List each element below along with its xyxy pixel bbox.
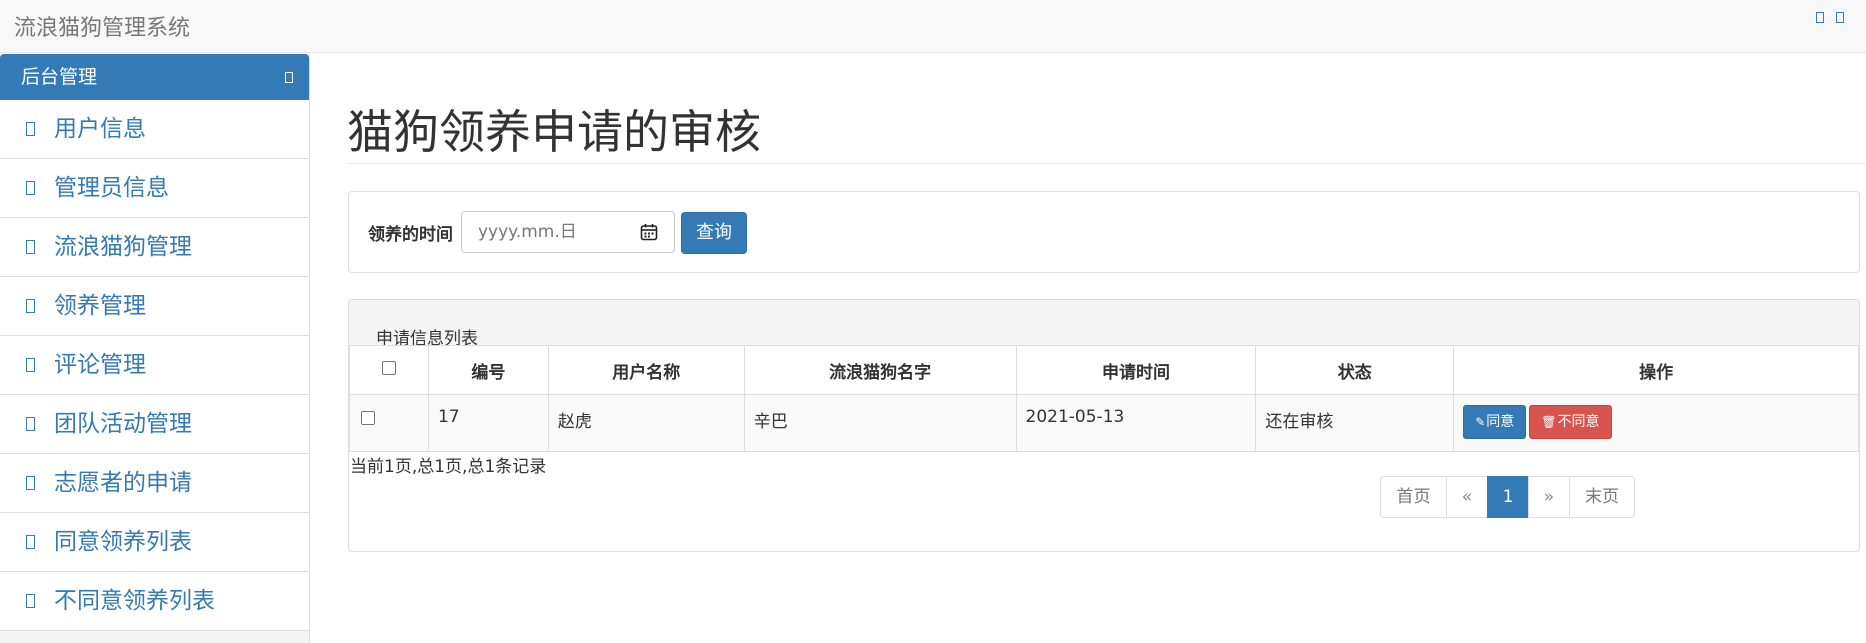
- date-input-placeholder: yyyy.mm.日: [478, 222, 577, 242]
- menu-item-icon: [26, 417, 35, 431]
- user-icon[interactable]: [1816, 12, 1824, 23]
- application-list-panel: 申请信息列表 编号 用户名称 流浪猫狗名字 申请时间 状态 操作 17 赵虎 辛…: [348, 299, 1860, 552]
- column-header: 操作: [1453, 345, 1859, 395]
- date-filter-label: 领养的时间: [368, 225, 453, 245]
- cell-pet: 辛巴: [743, 394, 1017, 452]
- date-input[interactable]: yyyy.mm.日: [461, 211, 675, 253]
- logout-icon[interactable]: [1836, 12, 1844, 23]
- app-title[interactable]: 流浪猫狗管理系统: [14, 10, 190, 42]
- pagination-info: 当前1页,总1页,总1条记录: [350, 457, 547, 477]
- sidebar-header[interactable]: 后台管理: [0, 54, 309, 100]
- sidebar-item-label: 管理员信息: [54, 175, 169, 201]
- cell-date: 2021-05-13: [1015, 394, 1257, 452]
- trash-icon: 🗑: [1541, 415, 1557, 429]
- sidebar: 后台管理 用户信息 管理员信息 流浪猫狗管理 领养管理 评论管理 团队活动管理 …: [0, 54, 310, 643]
- row-checkbox[interactable]: [361, 411, 375, 425]
- page-title: 猫狗领养申请的审核: [347, 105, 761, 159]
- sidebar-item-rejected-list[interactable]: 不同意领养列表: [0, 572, 309, 631]
- menu-item-icon: [26, 122, 35, 136]
- sidebar-item-label: 领养管理: [54, 293, 146, 319]
- sidebar-item-label: 同意领养列表: [54, 529, 192, 555]
- menu-item-icon: [26, 594, 35, 608]
- search-button[interactable]: 查询: [681, 212, 747, 254]
- column-header: 申请时间: [1015, 345, 1257, 395]
- cell-status: 还在审核: [1255, 394, 1455, 452]
- column-header: 编号: [427, 345, 549, 395]
- sidebar-item-approved-list[interactable]: 同意领养列表: [0, 513, 309, 572]
- list-heading: 申请信息列表: [349, 300, 1859, 349]
- column-header: 用户名称: [547, 345, 745, 395]
- navbar-icons: [1816, 12, 1844, 23]
- column-header: 流浪猫狗名字: [743, 345, 1017, 395]
- sidebar-item-label: 用户信息: [54, 116, 146, 142]
- prev-page-button[interactable]: «: [1446, 476, 1488, 518]
- sidebar-header-label: 后台管理: [21, 66, 98, 88]
- sidebar-item-label: 流浪猫狗管理: [54, 234, 192, 260]
- reject-button[interactable]: 🗑不同意: [1529, 405, 1612, 439]
- menu-item-icon: [26, 299, 35, 313]
- sidebar-item-volunteer-applications[interactable]: 志愿者的申请: [0, 454, 309, 513]
- agree-label: 同意: [1486, 414, 1515, 430]
- pencil-icon: ✎: [1475, 415, 1486, 429]
- applications-table: 编号 用户名称 流浪猫狗名字 申请时间 状态 操作 17 赵虎 辛巴 2021-…: [349, 345, 1859, 452]
- sidebar-footer: [0, 631, 309, 643]
- menu-item-icon: [26, 240, 35, 254]
- menu-item-icon: [26, 535, 35, 549]
- sidebar-item-adoptions[interactable]: 领养管理: [0, 277, 309, 336]
- menu-item-icon: [26, 358, 35, 372]
- table-header-row: 编号 用户名称 流浪猫狗名字 申请时间 状态 操作: [349, 345, 1859, 395]
- sidebar-item-label: 不同意领养列表: [54, 588, 215, 614]
- cell-user: 赵虎: [547, 394, 745, 452]
- first-page-button[interactable]: 首页: [1380, 476, 1447, 518]
- sidebar-item-comments[interactable]: 评论管理: [0, 336, 309, 395]
- pagination: 首页 « 1 » 末页: [1380, 476, 1635, 518]
- agree-button[interactable]: ✎同意: [1463, 405, 1527, 439]
- last-page-button[interactable]: 末页: [1569, 476, 1635, 518]
- reject-label: 不同意: [1557, 414, 1600, 430]
- menu-item-icon: [26, 181, 35, 195]
- calendar-icon[interactable]: [640, 223, 658, 241]
- next-page-button[interactable]: »: [1528, 476, 1570, 518]
- sidebar-item-label: 志愿者的申请: [54, 470, 192, 496]
- current-page-button[interactable]: 1: [1487, 476, 1529, 518]
- select-all-header: [349, 345, 429, 395]
- sidebar-item-label: 评论管理: [54, 352, 146, 378]
- table-row: 17 赵虎 辛巴 2021-05-13 还在审核 ✎同意 🗑不同意: [349, 394, 1859, 452]
- collapse-icon[interactable]: [285, 72, 293, 83]
- title-divider: [347, 163, 1866, 164]
- row-select-cell: [349, 394, 429, 452]
- search-panel: 领养的时间 yyyy.mm.日 查询: [348, 191, 1860, 273]
- cell-id: 17: [427, 394, 549, 452]
- sidebar-item-team-activities[interactable]: 团队活动管理: [0, 395, 309, 454]
- sidebar-item-users[interactable]: 用户信息: [0, 100, 309, 159]
- sidebar-item-label: 团队活动管理: [54, 411, 192, 437]
- select-all-checkbox[interactable]: [381, 361, 396, 375]
- column-header: 状态: [1255, 345, 1455, 395]
- sidebar-item-strays[interactable]: 流浪猫狗管理: [0, 218, 309, 277]
- top-navbar: 流浪猫狗管理系统: [0, 0, 1866, 53]
- menu-item-icon: [26, 476, 35, 490]
- sidebar-item-admins[interactable]: 管理员信息: [0, 159, 309, 218]
- cell-actions: ✎同意 🗑不同意: [1453, 394, 1859, 452]
